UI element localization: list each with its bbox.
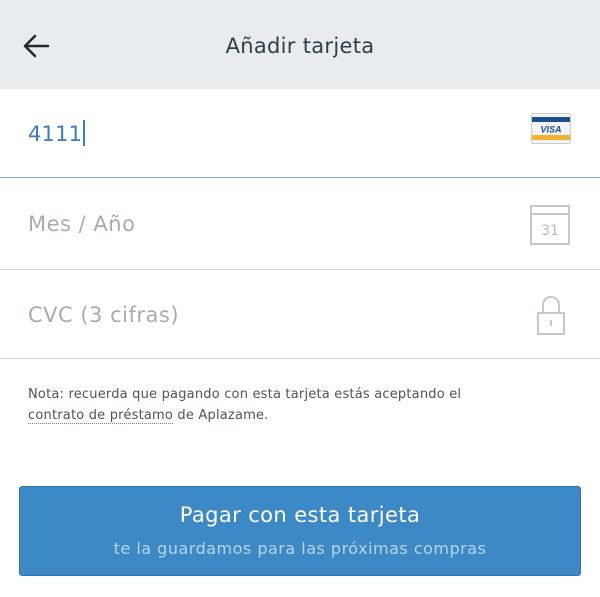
note-suffix: de Aplazame. — [173, 408, 269, 423]
legal-note: Nota: recuerda que pagando con esta tarj… — [28, 384, 573, 426]
cvc-input[interactable]: CVC (3 cifras) — [28, 270, 179, 359]
calendar-icon-text: 31 — [541, 223, 559, 239]
pay-button-label: Pagar con esta tarjeta — [179, 503, 421, 527]
lock-icon — [537, 295, 565, 336]
card-number-field[interactable]: 4111 — [0, 89, 600, 178]
expiry-input[interactable]: Mes / Año — [28, 179, 135, 270]
visa-icon-text: VISA — [540, 125, 561, 135]
expiry-field[interactable]: Mes / Año — [0, 179, 600, 270]
card-number-value: 4111 — [28, 122, 83, 146]
pay-with-card-button[interactable]: Pagar con esta tarjeta te la guardamos p… — [19, 486, 581, 576]
pay-button-subtitle: te la guardamos para las próximas compra… — [113, 539, 487, 558]
text-caret — [83, 120, 86, 146]
card-number-input[interactable]: 4111 — [28, 89, 86, 178]
page-title: Añadir tarjeta — [225, 34, 375, 58]
loan-contract-link[interactable]: contrato de préstamo — [28, 408, 174, 424]
visa-card-icon: VISA — [531, 113, 571, 144]
calendar-icon: 31 — [530, 205, 570, 245]
top-bar: Añadir tarjeta — [0, 0, 600, 89]
note-text: Nota: recuerda que pagando con esta tarj… — [28, 387, 462, 402]
cvc-field[interactable]: CVC (3 cifras) — [0, 270, 600, 359]
